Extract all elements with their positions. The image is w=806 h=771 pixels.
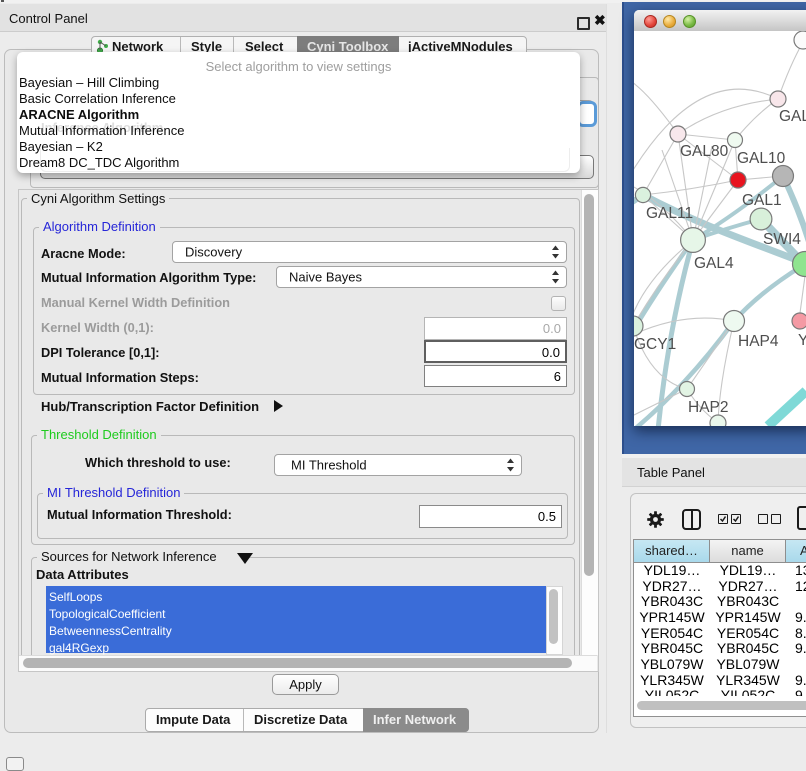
svg-text:GAL11: GAL11 (646, 205, 693, 222)
svg-text:YB: YB (798, 332, 806, 349)
svg-text:SWI4: SWI4 (763, 231, 801, 248)
svg-text:GAL1: GAL1 (742, 192, 782, 209)
svg-text:HAP4: HAP4 (738, 333, 779, 350)
svg-text:GAL80: GAL80 (680, 143, 729, 160)
svg-text:GAL10: GAL10 (737, 150, 786, 167)
svg-text:GAL7: GAL7 (779, 108, 806, 125)
svg-text:GAL4: GAL4 (694, 255, 734, 272)
svg-text:GCY1: GCY1 (634, 336, 676, 353)
svg-text:HAP2: HAP2 (688, 399, 729, 416)
